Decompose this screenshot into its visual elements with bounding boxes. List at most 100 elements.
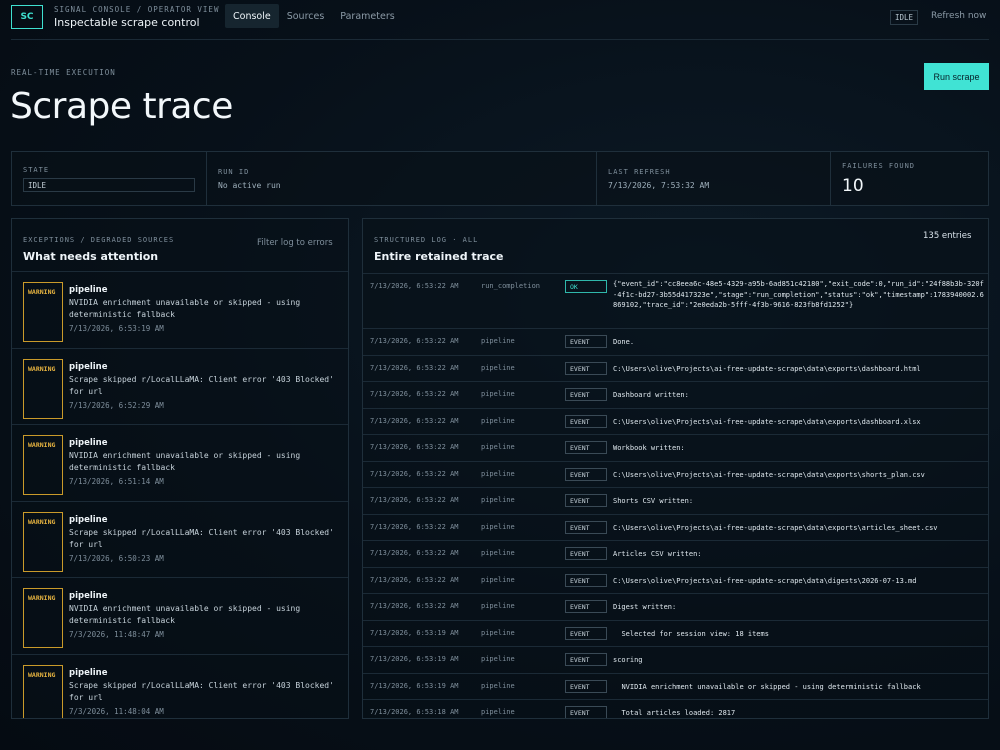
page-title: Scrape trace (10, 86, 233, 127)
log-tag: EVENT (565, 626, 607, 640)
log-source: pipeline (481, 443, 515, 451)
exceptions-panel: EXCEPTIONS / DEGRADED SOURCES What needs… (11, 218, 349, 719)
log-row[interactable]: 7/13/2026, 6:53:19 AM pipeline EVENT scorin… (363, 646, 988, 673)
run-scrape-button[interactable]: Run scrape (924, 63, 989, 90)
warning-badge: WARNING (23, 435, 63, 495)
alert-message: NVIDIA enrichment unavailable or skipped… (69, 604, 301, 625)
log-row[interactable]: 7/13/2026, 6:53:19 AM pipeline EVENT NVIDI… (363, 672, 988, 700)
log-row[interactable]: 7/13/2026, 6:53:22 AM pipeline EVENT Dashbo… (363, 381, 988, 408)
log-source: pipeline (481, 681, 515, 690)
app-logo: SC (11, 5, 43, 29)
alert-time: 7/13/2026, 6:53:19 AM (69, 324, 164, 333)
log-row[interactable]: 7/13/2026, 6:53:19 AM pipeline EVENT Selec… (363, 619, 988, 647)
nav-sources[interactable]: Sources (279, 4, 333, 28)
log-time: 7/13/2026, 6:53:22 AM (370, 575, 459, 584)
log-tag: EVENT (565, 414, 607, 428)
log-message: scoring (613, 656, 643, 664)
log-row[interactable]: 7/13/2026, 6:53:22 AM pipeline EVENT Articl… (363, 540, 988, 567)
stats-bar: STATE IDLE RUN ID No active run LAST REF… (11, 151, 989, 206)
log-title: Entire retained trace (374, 250, 504, 263)
warning-badge-label: WARNING (28, 288, 56, 296)
log-time: 7/13/2026, 6:53:22 AM (370, 416, 459, 425)
warning-badge: WARNING (23, 282, 63, 342)
stat-failures: FAILURES FOUND 10 (831, 152, 988, 205)
alert-source: pipeline (69, 285, 108, 295)
stat-last-refresh-value: 7/13/2026, 7:53:32 AM (608, 181, 710, 190)
alert-item[interactable]: WARNING pipeline Scrape skipped r/LocalLLa… (12, 500, 348, 578)
stat-run-id-value: No active run (218, 181, 281, 190)
log-time: 7/13/2026, 6:53:22 AM (370, 469, 459, 478)
log-row[interactable]: 7/13/2026, 6:53:22 AM pipeline EVENT C:\Use… (363, 354, 988, 382)
log-message: C:\Users\olive\Projects\ai-free-update-s… (613, 470, 925, 479)
filter-errors-link[interactable]: Filter log to errors (257, 238, 333, 248)
alert-item[interactable]: WARNING pipeline NVIDIA enrichment unavail… (12, 577, 348, 654)
log-source: pipeline (481, 390, 515, 398)
log-message: NVIDIA enrichment unavailable or skipped… (613, 682, 921, 691)
refresh-button[interactable]: Refresh now (931, 11, 986, 21)
log-source: pipeline (481, 602, 515, 610)
log-eyebrow: STRUCTURED LOG · ALL (374, 236, 479, 244)
log-time: 7/13/2026, 6:53:22 AM (370, 443, 459, 451)
log-list: 7/13/2026, 6:53:22 AM run_completion OK {"e… (363, 273, 988, 718)
warning-badge: WARNING (23, 511, 63, 572)
log-row[interactable]: 7/13/2026, 6:53:22 AM pipeline EVENT Workbo… (363, 434, 988, 461)
warning-badge-label: WARNING (28, 670, 56, 679)
exceptions-eyebrow: EXCEPTIONS / DEGRADED SOURCES (23, 236, 175, 244)
stat-state: STATE IDLE (12, 152, 207, 205)
log-tag: EVENT (565, 679, 607, 693)
log-tag: EVENT (565, 706, 607, 718)
log-time: 7/13/2026, 6:53:19 AM (370, 681, 459, 690)
log-tag: EVENT (565, 520, 607, 534)
log-row[interactable]: 7/13/2026, 6:53:18 AM pipeline EVENT Total… (363, 699, 988, 718)
log-time: 7/13/2026, 6:53:22 AM (370, 522, 459, 531)
log-tag: EVENT (565, 494, 607, 507)
log-row[interactable]: 7/13/2026, 6:53:22 AM pipeline EVENT Done. (363, 328, 988, 355)
main-nav: Console Sources Parameters (225, 4, 403, 28)
alert-time: 7/3/2026, 11:48:47 AM (69, 630, 164, 639)
alert-item[interactable]: WARNING pipeline NVIDIA enrichment unavail… (12, 424, 348, 501)
warning-badge-label: WARNING (28, 364, 56, 373)
alert-source: pipeline (69, 514, 108, 525)
log-row[interactable]: 7/13/2026, 6:53:22 AM pipeline EVENT C:\Use… (363, 566, 988, 594)
alert-source: pipeline (69, 361, 108, 372)
alert-item[interactable]: WARNING pipeline Scrape skipped r/LocalLLa… (12, 653, 348, 718)
log-source: pipeline (481, 337, 515, 345)
alert-time: 7/13/2026, 6:52:29 AM (69, 400, 164, 410)
log-message: C:\Users\olive\Projects\ai-free-update-s… (613, 523, 938, 532)
log-source: pipeline (481, 708, 515, 716)
log-tag: EVENT (565, 467, 607, 481)
log-row[interactable]: 7/13/2026, 6:53:22 AM pipeline EVENT Digest… (363, 593, 988, 620)
log-message: Selected for session view: 18 items (613, 629, 769, 638)
alert-time: 7/13/2026, 6:50:23 AM (69, 553, 164, 563)
log-message: Shorts CSV written: (613, 497, 694, 505)
log-source: pipeline (481, 522, 515, 531)
log-row[interactable]: 7/13/2026, 6:53:22 AM pipeline EVENT C:\Use… (363, 407, 988, 435)
log-message: Total articles loaded: 2817 (613, 709, 736, 717)
stat-failures-label: FAILURES FOUND (842, 162, 916, 170)
log-source: pipeline (481, 549, 515, 557)
log-time: 7/13/2026, 6:53:22 AM (370, 337, 459, 345)
log-message: C:\Users\olive\Projects\ai-free-update-s… (613, 364, 921, 373)
nav-parameters[interactable]: Parameters (332, 4, 402, 28)
log-time: 7/13/2026, 6:53:18 AM (370, 708, 459, 716)
alert-item[interactable]: WARNING pipeline NVIDIA enrichment unavail… (12, 271, 348, 348)
log-time: 7/13/2026, 6:53:22 AM (370, 282, 459, 290)
warning-badge: WARNING (23, 588, 63, 648)
log-row[interactable]: 7/13/2026, 6:53:22 AM run_completion OK {"e… (363, 273, 988, 328)
log-message: {"event_id":"cc8eea6c-48e5-4329-a95b-6ad… (613, 280, 984, 309)
log-time: 7/13/2026, 6:53:22 AM (370, 390, 459, 398)
alert-source: pipeline (69, 591, 108, 601)
alert-item[interactable]: WARNING pipeline Scrape skipped r/LocalLLa… (12, 347, 348, 425)
log-source: run_completion (481, 282, 541, 290)
log-message: Dashboard written: (613, 391, 689, 399)
nav-console[interactable]: Console (225, 4, 279, 28)
stat-last-refresh-label: LAST REFRESH (608, 168, 671, 176)
stat-state-label: STATE (23, 166, 50, 174)
log-source: pipeline (481, 655, 515, 663)
log-row[interactable]: 7/13/2026, 6:53:22 AM pipeline EVENT C:\Use… (363, 513, 988, 541)
warning-badge-label: WARNING (28, 517, 56, 526)
log-time: 7/13/2026, 6:53:19 AM (370, 628, 459, 637)
log-row[interactable]: 7/13/2026, 6:53:22 AM pipeline EVENT Shorts… (363, 487, 988, 514)
log-row[interactable]: 7/13/2026, 6:53:22 AM pipeline EVENT C:\Use… (363, 460, 988, 488)
alert-message: NVIDIA enrichment unavailable or skipped… (69, 298, 301, 319)
